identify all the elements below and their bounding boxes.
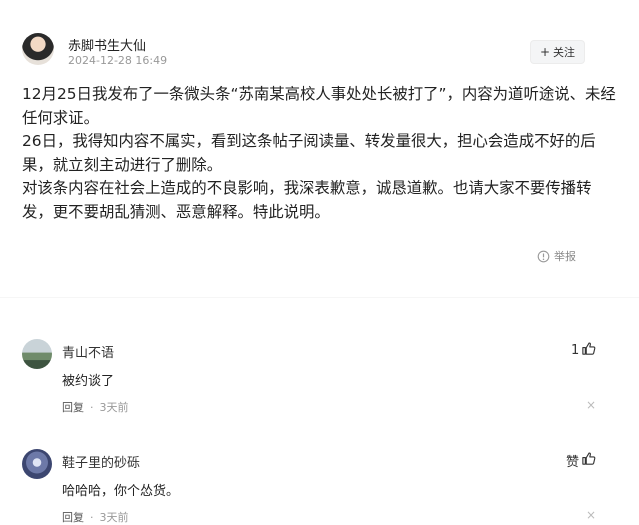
commenter-name[interactable]: 青山不语 [62, 342, 114, 361]
meta-separator: · [90, 510, 94, 524]
reply-button[interactable]: 回复 [62, 509, 84, 525]
thumbs-up-icon [581, 451, 596, 470]
report-label: 举报 [554, 250, 576, 263]
post-content: 12月25日我发布了一条微头条“苏南某高校人事处处长被打了”，内容为道听途说、未… [22, 83, 617, 224]
close-icon[interactable]: × [586, 508, 596, 522]
post-paragraph: 对该条内容在社会上造成的不良影响，我深表歉意，诚恳道歉。也请大家不要传播转发，更… [22, 179, 592, 221]
thumbs-up-icon [581, 341, 596, 360]
post-paragraph: 26日，我得知内容不属实，看到这条帖子阅读量、转发量很大，担心会造成不好的后果，… [22, 132, 596, 174]
like-label: 赞 [566, 455, 580, 470]
meta-separator: · [90, 400, 94, 414]
comment-meta: 回复 · 3天前 [62, 399, 129, 415]
comment-text: 哈哈哈，你个怂货。 [62, 484, 180, 499]
like-count: 1 [571, 343, 580, 358]
reply-button[interactable]: 回复 [62, 399, 84, 415]
author-avatar[interactable] [22, 33, 54, 65]
comment-meta: 回复 · 3天前 [62, 509, 129, 525]
report-icon [537, 250, 550, 263]
follow-button[interactable]: + 关注 [530, 40, 585, 64]
commenter-avatar[interactable] [22, 339, 52, 369]
commenter-avatar[interactable] [22, 449, 52, 479]
post-timestamp: 2024-12-28 16:49 [68, 54, 168, 67]
comment-time: 3天前 [99, 401, 129, 414]
comment-time: 3天前 [99, 511, 129, 524]
section-divider [0, 297, 639, 298]
comment-text: 被约谈了 [62, 374, 115, 389]
report-button[interactable]: 举报 [537, 248, 576, 264]
like-button[interactable]: 赞 [566, 451, 596, 470]
post-paragraph: 12月25日我发布了一条微头条“苏南某高校人事处处长被打了”，内容为道听途说、未… [22, 85, 616, 127]
author-name[interactable]: 赤脚书生大仙 [68, 35, 146, 54]
like-button[interactable]: 1 [571, 341, 596, 360]
plus-icon: + [539, 45, 551, 59]
close-icon[interactable]: × [586, 398, 596, 412]
commenter-name[interactable]: 鞋子里的砂砾 [62, 452, 140, 471]
follow-label: 关注 [553, 46, 576, 59]
